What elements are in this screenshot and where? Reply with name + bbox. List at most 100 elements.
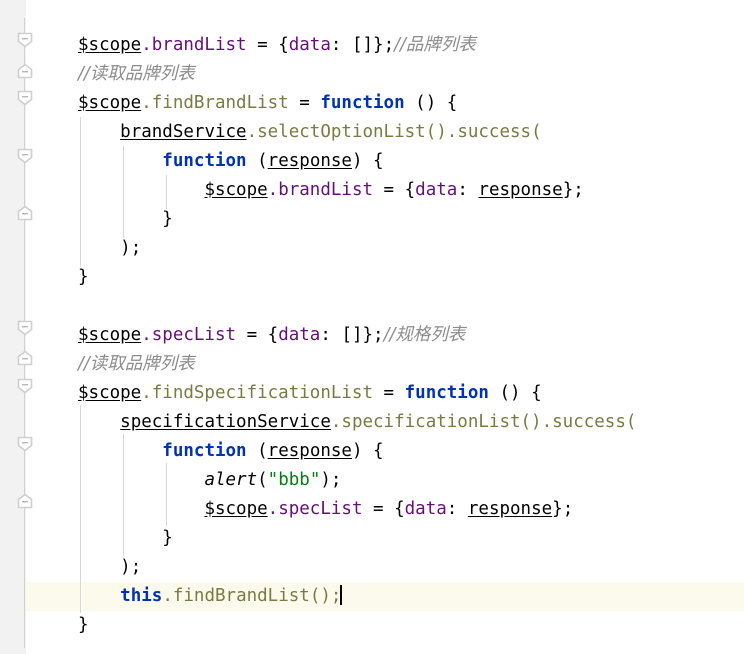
code-line-17[interactable]: $scope.specList = {data: response}; bbox=[0, 495, 744, 524]
token-keyword-function: function bbox=[162, 441, 247, 461]
token-alert-close: ); bbox=[320, 470, 342, 490]
token-scope: $scope bbox=[78, 93, 142, 113]
token-response-param: response bbox=[267, 151, 352, 171]
token-speclist-prop: .specList bbox=[267, 499, 363, 519]
token-comment-read-brand-list: //读取品牌列表 bbox=[78, 64, 195, 84]
token-obj-open: { bbox=[278, 35, 289, 55]
code-line-8[interactable]: ); bbox=[0, 234, 744, 263]
token-close-brace: } bbox=[78, 615, 89, 635]
token-scope: $scope bbox=[78, 325, 142, 345]
token-obj-close: }; bbox=[373, 35, 395, 55]
code-line-2[interactable]: //读取品牌列表 bbox=[0, 60, 744, 89]
code-line-14[interactable]: specificationService.specificationList()… bbox=[0, 408, 744, 437]
token-find-specification-list: .findSpecificationList bbox=[141, 383, 374, 403]
token-obj-close: }; bbox=[552, 499, 574, 519]
code-line-6[interactable]: $scope.brandList = {data: response}; bbox=[0, 176, 744, 205]
token-data-key: data bbox=[404, 499, 447, 519]
token-empty-array: [] bbox=[351, 35, 374, 55]
token-scope: $scope bbox=[78, 383, 142, 403]
token-scope: $scope bbox=[204, 499, 268, 519]
token-colon: : bbox=[457, 180, 479, 200]
code-line-3[interactable]: $scope.findBrandList = function () { bbox=[0, 89, 744, 118]
token-data-key: data bbox=[278, 325, 321, 345]
token-data-key: data bbox=[415, 180, 458, 200]
token-select-option-list: .selectOptionList() bbox=[246, 122, 447, 142]
token-brand-service: brandService bbox=[120, 122, 247, 142]
code-line-21[interactable]: } bbox=[0, 611, 744, 640]
code-line-18[interactable]: } bbox=[0, 524, 744, 553]
token-assign: = bbox=[288, 93, 321, 113]
code-line-16[interactable]: alert("bbb"); bbox=[0, 466, 744, 495]
token-keyword-function: function bbox=[320, 93, 405, 113]
code-line-12[interactable]: //读取品牌列表 bbox=[0, 350, 744, 379]
code-line-5[interactable]: function (response) { bbox=[0, 147, 744, 176]
token-obj-open: { bbox=[394, 499, 405, 519]
code-editor[interactable]: $scope.brandList = {data: []};//品牌列表 //读… bbox=[0, 0, 744, 654]
token-obj-close: }; bbox=[562, 180, 584, 200]
token-alert-string: "bbb" bbox=[267, 470, 321, 490]
code-line-15[interactable]: function (response) { bbox=[0, 437, 744, 466]
token-call-parens: (); bbox=[309, 586, 342, 606]
token-colon: : bbox=[320, 325, 342, 345]
code-line-10-blank[interactable] bbox=[0, 292, 744, 321]
code-line-13[interactable]: $scope.findSpecificationList = function … bbox=[0, 379, 744, 408]
token-data-key: data bbox=[288, 35, 331, 55]
token-specification-list: .specificationList() bbox=[330, 412, 542, 432]
token-comment-spec-list: //规格列表 bbox=[383, 325, 466, 345]
token-paren-brace: () { bbox=[404, 93, 458, 113]
token-assign: = bbox=[373, 180, 405, 200]
code-line-19[interactable]: ); bbox=[0, 553, 744, 582]
code-line-4[interactable]: brandService.selectOptionList().success( bbox=[0, 118, 744, 147]
token-keyword-function: function bbox=[162, 151, 247, 171]
token-scope: $scope bbox=[204, 180, 268, 200]
token-alert-fn: alert bbox=[204, 470, 258, 490]
token-close-brace: } bbox=[162, 528, 173, 548]
token-alert-open: ( bbox=[257, 470, 268, 490]
token-paren-open: ( bbox=[246, 151, 268, 171]
code-line-9[interactable]: } bbox=[0, 263, 744, 292]
token-response-value: response bbox=[478, 180, 563, 200]
token-comment-brand-list: //品牌列表 bbox=[394, 35, 476, 55]
token-response-value: response bbox=[467, 499, 553, 519]
token-obj-open: { bbox=[267, 325, 279, 345]
token-colon: : bbox=[446, 499, 468, 519]
token-find-brand-list: .findBrandList bbox=[162, 586, 310, 606]
token-response-param: response bbox=[267, 441, 352, 461]
token-empty-array: [] bbox=[341, 325, 363, 345]
code-line-11[interactable]: $scope.specList = {data: []};//规格列表 bbox=[0, 321, 744, 350]
token-scope: $scope bbox=[78, 35, 142, 55]
token-colon: : bbox=[330, 35, 352, 55]
token-obj-open: { bbox=[404, 180, 416, 200]
code-line-1[interactable]: $scope.brandList = {data: []};//品牌列表 bbox=[0, 31, 744, 60]
token-assign: = bbox=[246, 35, 279, 55]
token-success-open: .success( bbox=[446, 122, 542, 142]
token-paren-open: ( bbox=[246, 441, 268, 461]
token-keyword-this: this bbox=[120, 586, 163, 606]
token-success-open: .success( bbox=[541, 412, 637, 432]
token-find-brand-list: .findBrandList bbox=[141, 93, 289, 113]
token-specification-service: specificationService bbox=[120, 412, 331, 432]
token-paren-close-brace: ) { bbox=[351, 441, 384, 461]
code-line-7[interactable]: } bbox=[0, 205, 744, 234]
token-speclist-prop: .specList bbox=[141, 325, 237, 345]
token-close-paren-semi: ); bbox=[120, 557, 142, 577]
token-close-brace: } bbox=[162, 209, 173, 229]
token-paren-close-brace: ) { bbox=[351, 151, 384, 171]
code-text-layer[interactable]: $scope.brandList = {data: []};//品牌列表 //读… bbox=[0, 0, 744, 654]
token-assign: = bbox=[362, 499, 395, 519]
token-comment-read-brand-list: //读取品牌列表 bbox=[78, 354, 195, 374]
code-line-20[interactable]: this.findBrandList(); bbox=[0, 582, 744, 611]
token-brandlist-prop: .brandList bbox=[141, 35, 247, 55]
